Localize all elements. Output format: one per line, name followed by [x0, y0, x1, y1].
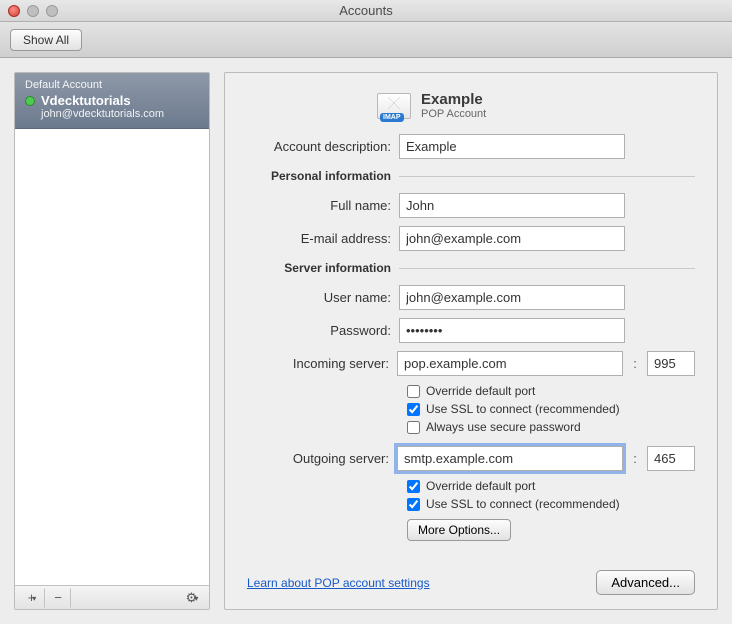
mail-icon: IMAP — [377, 93, 411, 119]
account-header-type: POP Account — [421, 108, 486, 120]
incoming-port-input[interactable] — [647, 351, 695, 376]
full-name-input[interactable] — [399, 193, 625, 218]
incoming-override-port-checkbox[interactable] — [407, 385, 420, 398]
incoming-ssl-checkbox[interactable] — [407, 403, 420, 416]
user-name-input[interactable] — [399, 285, 625, 310]
incoming-server-input[interactable] — [397, 351, 623, 376]
divider — [399, 176, 695, 177]
password-input[interactable] — [399, 318, 625, 343]
show-all-button[interactable]: Show All — [10, 29, 82, 51]
account-settings-panel: IMAP Example POP Account Account descrip… — [224, 72, 718, 610]
email-label: E-mail address: — [247, 231, 399, 246]
incoming-label: Incoming server: — [247, 356, 397, 371]
colon-label: : — [631, 451, 639, 466]
full-name-label: Full name: — [247, 198, 399, 213]
more-options-button[interactable]: More Options... — [407, 519, 511, 541]
description-label: Account description: — [247, 139, 399, 154]
incoming-override-port-label: Override default port — [426, 384, 535, 398]
account-name: Vdecktutorials — [41, 93, 131, 108]
remove-account-button[interactable]: − — [45, 588, 71, 608]
description-input[interactable] — [399, 134, 625, 159]
outgoing-ssl-checkbox[interactable] — [407, 498, 420, 511]
outgoing-ssl-label: Use SSL to connect (recommended) — [426, 497, 620, 511]
sidebar-footer: + ▾ − ▾ — [15, 585, 209, 609]
personal-info-section: Personal information — [247, 169, 399, 183]
email-input[interactable] — [399, 226, 625, 251]
incoming-secure-password-label: Always use secure password — [426, 420, 581, 434]
server-info-section: Server information — [247, 261, 399, 275]
sidebar-account-item[interactable]: Default Account Vdecktutorials john@vdec… — [15, 73, 209, 129]
default-account-label: Default Account — [25, 79, 199, 91]
outgoing-override-port-label: Override default port — [426, 479, 535, 493]
outgoing-port-input[interactable] — [647, 446, 695, 471]
colon-label: : — [631, 356, 639, 371]
outgoing-server-input[interactable] — [397, 446, 623, 471]
learn-link[interactable]: Learn about POP account settings — [247, 576, 430, 590]
incoming-secure-password-checkbox[interactable] — [407, 421, 420, 434]
add-account-button[interactable]: + ▾ — [19, 588, 45, 608]
outgoing-label: Outgoing server: — [247, 451, 397, 466]
toolbar: Show All — [0, 22, 732, 58]
title-bar: Accounts — [0, 0, 732, 22]
minus-icon: − — [54, 590, 62, 605]
status-online-icon — [25, 96, 35, 106]
chevron-down-icon: ▾ — [32, 594, 36, 603]
divider — [399, 268, 695, 269]
password-label: Password: — [247, 323, 399, 338]
advanced-button[interactable]: Advanced... — [596, 570, 695, 595]
settings-gear-button[interactable]: ▾ — [179, 588, 205, 608]
account-header-title: Example — [421, 91, 486, 108]
incoming-ssl-label: Use SSL to connect (recommended) — [426, 402, 620, 416]
account-email: john@vdecktutorials.com — [41, 108, 199, 120]
imap-badge: IMAP — [380, 113, 404, 122]
outgoing-override-port-checkbox[interactable] — [407, 480, 420, 493]
window-title: Accounts — [0, 3, 732, 18]
user-name-label: User name: — [247, 290, 399, 305]
chevron-down-icon: ▾ — [194, 594, 198, 603]
accounts-sidebar: Default Account Vdecktutorials john@vdec… — [14, 72, 210, 610]
